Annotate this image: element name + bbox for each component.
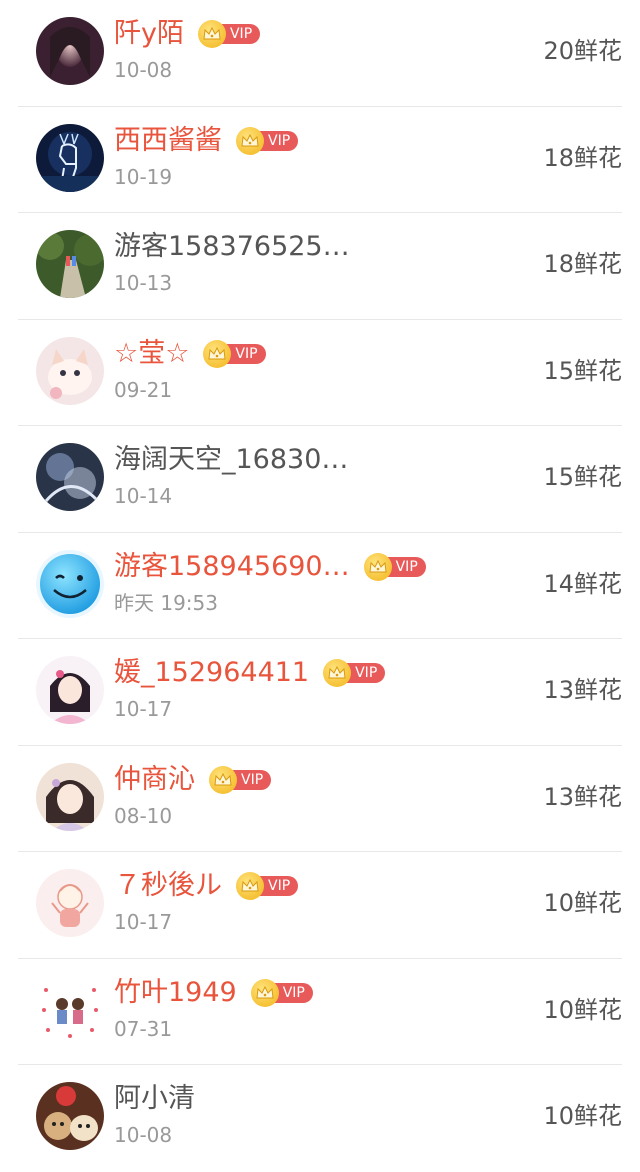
name-line: 游客158945690… VIP bbox=[114, 549, 426, 585]
list-item[interactable]: 仲商沁 VIP 08-10 13鲜花 bbox=[18, 746, 622, 852]
vip-badge: VIP bbox=[236, 126, 299, 155]
user-name[interactable]: ７秒後ル bbox=[114, 868, 222, 904]
user-name[interactable]: 海阔天空_16830… bbox=[114, 442, 348, 478]
vip-badge: VIP bbox=[209, 765, 272, 794]
gift-date: 10-17 bbox=[114, 910, 173, 934]
flower-count: 15鲜花 bbox=[543, 356, 622, 385]
gift-date: 08-10 bbox=[114, 803, 173, 828]
crown-icon bbox=[323, 659, 352, 687]
crown-icon bbox=[197, 20, 226, 48]
flower-count: 15鲜花 bbox=[543, 463, 622, 491]
vip-badge: VIP bbox=[197, 20, 261, 48]
user-name[interactable]: 游客158945690… bbox=[114, 549, 350, 585]
crown-icon bbox=[250, 978, 279, 1007]
list-item[interactable]: 阿小清 10-08 10鲜花 bbox=[18, 1065, 622, 1172]
avatar[interactable] bbox=[36, 123, 104, 192]
name-line: 竹叶1949 VIP bbox=[114, 975, 313, 1011]
name-line: 媛_152964411 VIP bbox=[114, 655, 386, 691]
list-item[interactable]: 游客158945690… VIP 昨天 19:53 14鲜花 bbox=[18, 533, 622, 639]
gift-ranking-list: 阡y陌 VIP 10-08 20鲜花 西西酱酱 VIP 10-19 18鲜花 游客1583765… bbox=[0, 0, 640, 1172]
crown-icon bbox=[236, 872, 264, 900]
name-line: ７秒後ル VIP bbox=[114, 868, 299, 904]
flower-count: 10鲜花 bbox=[543, 1102, 622, 1130]
user-name[interactable]: 媛_152964411 bbox=[114, 655, 309, 691]
name-line: 西西酱酱 VIP bbox=[114, 123, 299, 159]
list-item[interactable]: 海阔天空_16830… 10-14 15鲜花 bbox=[18, 426, 622, 533]
user-name[interactable]: 西西酱酱 bbox=[114, 123, 222, 159]
user-name[interactable]: 阿小清 bbox=[114, 1081, 195, 1117]
name-line: 阿小清 bbox=[114, 1081, 195, 1117]
list-item[interactable]: 游客158376525… 10-13 18鲜花 bbox=[18, 213, 622, 320]
flower-count: 14鲜花 bbox=[543, 569, 622, 598]
user-name[interactable]: 游客158376525… bbox=[114, 229, 350, 265]
flower-count: 10鲜花 bbox=[543, 995, 622, 1024]
gift-date: 10-13 bbox=[114, 271, 173, 295]
gift-date: 07-31 bbox=[114, 1016, 173, 1041]
flower-count: 13鲜花 bbox=[543, 676, 622, 704]
flower-count: 18鲜花 bbox=[543, 250, 622, 278]
vip-badge: VIP bbox=[203, 339, 266, 368]
avatar[interactable] bbox=[36, 869, 104, 937]
name-line: 阡y陌 VIP bbox=[114, 16, 261, 52]
user-name[interactable]: ☆莹☆ bbox=[114, 336, 189, 372]
avatar[interactable] bbox=[36, 443, 104, 511]
flower-count: 18鲜花 bbox=[543, 143, 622, 172]
avatar[interactable] bbox=[36, 1082, 104, 1150]
vip-badge: VIP bbox=[250, 978, 313, 1007]
crown-icon bbox=[363, 552, 392, 581]
gift-date: 10-19 bbox=[114, 164, 173, 189]
name-line: ☆莹☆ VIP bbox=[114, 336, 266, 372]
list-item[interactable]: ７秒後ル VIP 10-17 10鲜花 bbox=[18, 852, 622, 959]
avatar[interactable] bbox=[36, 656, 104, 724]
avatar[interactable] bbox=[36, 549, 104, 618]
crown-icon bbox=[236, 126, 264, 155]
gift-date: 10-14 bbox=[114, 484, 173, 508]
flower-count: 20鲜花 bbox=[543, 37, 622, 65]
crown-icon bbox=[203, 339, 232, 368]
gift-date: 09-21 bbox=[114, 377, 173, 402]
list-item[interactable]: 阡y陌 VIP 10-08 20鲜花 bbox=[18, 0, 622, 107]
list-item[interactable]: 竹叶1949 VIP 07-31 10鲜花 bbox=[18, 959, 622, 1065]
user-name[interactable]: 阡y陌 bbox=[114, 16, 184, 52]
vip-badge: VIP bbox=[323, 659, 386, 687]
avatar[interactable] bbox=[36, 17, 104, 85]
crown-icon bbox=[209, 765, 237, 794]
gift-date: 10-08 bbox=[114, 58, 173, 82]
name-line: 游客158376525… bbox=[114, 229, 350, 265]
avatar[interactable] bbox=[36, 336, 104, 405]
gift-date: 10-08 bbox=[114, 1123, 173, 1147]
gift-date: 10-17 bbox=[114, 697, 173, 721]
flower-count: 10鲜花 bbox=[543, 889, 622, 917]
flower-count: 13鲜花 bbox=[543, 782, 622, 811]
name-line: 仲商沁 VIP bbox=[114, 762, 272, 798]
user-name[interactable]: 仲商沁 bbox=[114, 762, 195, 798]
vip-badge: VIP bbox=[363, 552, 426, 581]
avatar[interactable] bbox=[36, 975, 104, 1044]
name-line: 海阔天空_16830… bbox=[114, 442, 348, 478]
list-item[interactable]: ☆莹☆ VIP 09-21 15鲜花 bbox=[18, 320, 622, 426]
user-name[interactable]: 竹叶1949 bbox=[114, 975, 237, 1011]
vip-badge: VIP bbox=[236, 872, 299, 900]
list-item[interactable]: 西西酱酱 VIP 10-19 18鲜花 bbox=[18, 107, 622, 213]
avatar[interactable] bbox=[36, 230, 104, 298]
gift-date: 昨天 19:53 bbox=[114, 590, 218, 615]
list-item[interactable]: 媛_152964411 VIP 10-17 13鲜花 bbox=[18, 639, 622, 746]
avatar[interactable] bbox=[36, 762, 104, 831]
